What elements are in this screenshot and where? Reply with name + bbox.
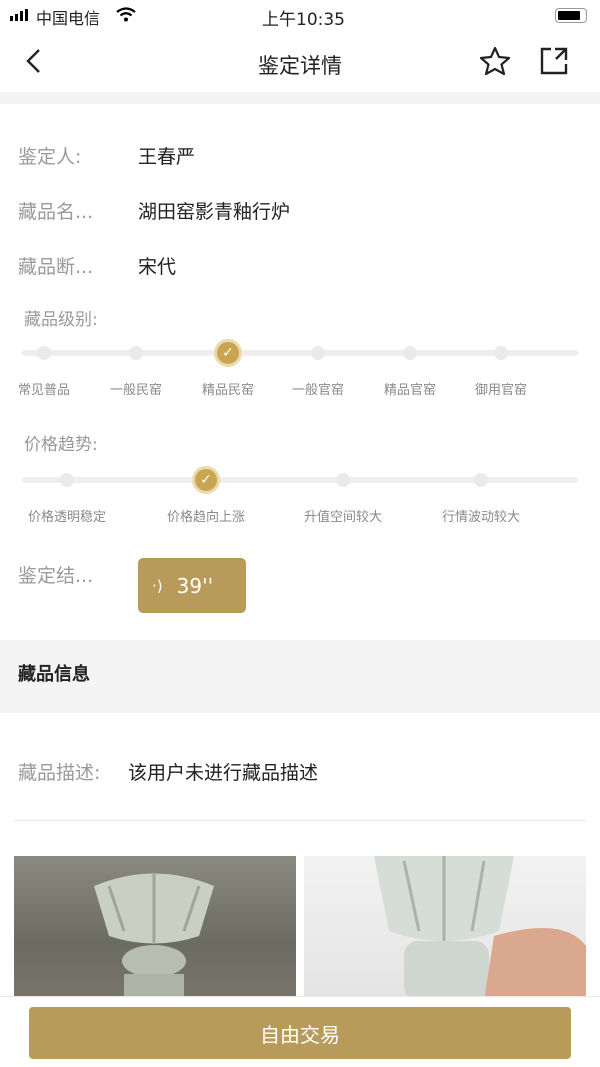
item-photo-1[interactable] [14, 856, 296, 1001]
grade-option-label[interactable]: 一般官窑 [292, 379, 344, 398]
item-photo-2[interactable] [304, 856, 586, 1001]
audio-duration: 39'' [176, 573, 214, 598]
grade-option-label[interactable]: 精品民窑 [202, 379, 254, 398]
grade-option-label[interactable]: 精品官窑 [384, 379, 436, 398]
check-icon: ✓ [200, 472, 212, 488]
star-icon[interactable] [479, 46, 511, 76]
trend-option-dot[interactable] [60, 473, 74, 487]
grade-option-dot-selected[interactable]: ✓ [214, 339, 242, 367]
trend-option-dot[interactable] [336, 473, 350, 487]
trend-option-label[interactable]: 行情波动较大 [442, 506, 520, 525]
check-icon: ✓ [222, 345, 234, 361]
share-icon[interactable] [539, 46, 569, 76]
grade-option-dot[interactable] [129, 346, 143, 360]
trend-option-label[interactable]: 价格透明稳定 [28, 506, 106, 525]
trend-label: 价格趋势: [24, 435, 98, 455]
item-name-value: 湖田窑影青釉行炉 [138, 201, 291, 223]
desc-value: 该用户未进行藏品描述 [128, 762, 319, 784]
free-trade-button[interactable]: 自由交易 [29, 1007, 571, 1059]
appraiser-value: 王春严 [138, 146, 196, 168]
trend-option-label[interactable]: 升值空间较大 [304, 506, 382, 525]
trend-option-dot[interactable] [474, 473, 488, 487]
item-era-value: 宋代 [138, 256, 177, 278]
grade-option-label[interactable]: 常见普品 [18, 379, 70, 398]
result-label: 鉴定结... [18, 565, 94, 587]
grade-option-dot[interactable] [494, 346, 508, 360]
trend-option-dot-selected[interactable]: ✓ [192, 466, 220, 494]
info-section-title: 藏品信息 [18, 664, 90, 685]
wifi-icon [116, 7, 136, 22]
grade-option-dot[interactable] [311, 346, 325, 360]
trend-option-label[interactable]: 价格趋向上涨 [167, 506, 245, 525]
item-era-label: 藏品断... [18, 256, 94, 278]
footer-bar: 自由交易 [0, 996, 600, 1067]
audio-result-button[interactable]: ·) 39'' [138, 558, 246, 613]
audio-wave-icon: ·) [152, 576, 163, 595]
grade-option-label[interactable]: 一般民窑 [110, 379, 162, 398]
desc-label: 藏品描述: [18, 762, 101, 784]
info-section-header: 藏品信息 [0, 640, 600, 713]
divider [0, 92, 600, 104]
nav-bar: 鉴定详情 [0, 36, 600, 92]
divider [14, 820, 586, 821]
appraiser-label: 鉴定人: [18, 146, 82, 168]
item-name-label: 藏品名... [18, 201, 94, 223]
grade-option-dot[interactable] [403, 346, 417, 360]
clock: 上午10:35 [262, 10, 345, 30]
carrier: 中国电信 [36, 9, 101, 28]
trend-track [22, 477, 578, 483]
grade-option-label[interactable]: 御用官窑 [475, 379, 527, 398]
battery-icon [555, 8, 587, 23]
status-bar: 中国电信 上午10:35 [0, 0, 600, 32]
grade-option-dot[interactable] [37, 346, 51, 360]
grade-label: 藏品级别: [24, 310, 98, 330]
signal-icon [10, 9, 28, 21]
